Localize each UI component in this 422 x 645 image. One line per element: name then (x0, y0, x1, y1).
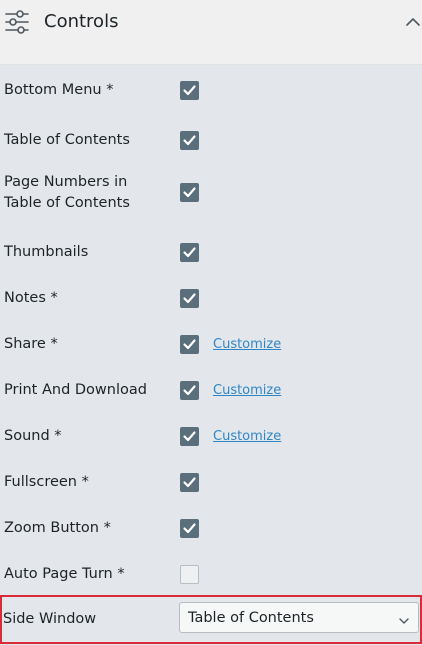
setting-label: Table of Contents (4, 132, 130, 148)
zoom-button-checkbox[interactable] (180, 519, 199, 538)
print-download-customize-link[interactable]: Customize (213, 382, 281, 400)
setting-label: Fullscreen * (4, 474, 89, 490)
setting-label: Zoom Button * (4, 520, 111, 536)
share-checkbox[interactable] (180, 335, 199, 354)
bottom-menu-checkbox[interactable] (180, 81, 199, 100)
setting-label: Auto Page Turn * (4, 566, 125, 582)
table-of-contents-checkbox[interactable] (180, 131, 199, 150)
setting-label: Thumbnails (4, 244, 89, 260)
chevron-down-icon (398, 612, 410, 624)
page-numbers-checkbox[interactable] (180, 183, 199, 202)
auto-page-turn-checkbox[interactable] (180, 565, 199, 584)
share-customize-link[interactable]: Customize (213, 336, 281, 354)
setting-label: Bottom Menu * (4, 82, 114, 98)
setting-label: Sound * (4, 428, 62, 444)
setting-label: Notes * (4, 290, 58, 306)
setting-label-line2: Table of Contents (4, 195, 130, 211)
side-window-row: Side Window Table of Contents (0, 595, 422, 644)
fullscreen-checkbox[interactable] (180, 473, 199, 492)
sound-checkbox[interactable] (180, 427, 199, 446)
sound-customize-link[interactable]: Customize (213, 428, 281, 446)
controls-section-header[interactable]: Controls (0, 0, 422, 65)
print-download-checkbox[interactable] (180, 381, 199, 400)
chevron-up-icon[interactable] (404, 13, 422, 31)
notes-checkbox[interactable] (180, 289, 199, 308)
thumbnails-checkbox[interactable] (180, 243, 199, 262)
controls-panel: Controls Bottom Menu * Table of Contents… (0, 0, 422, 645)
setting-label: Print And Download (4, 382, 147, 398)
controls-sliders-icon (4, 9, 30, 35)
setting-label-line1: Page Numbers in (4, 174, 128, 190)
setting-label: Share * (4, 336, 58, 352)
side-window-select[interactable]: Table of Contents (179, 602, 419, 633)
side-window-selected-value: Table of Contents (188, 610, 314, 626)
section-title: Controls (44, 11, 119, 32)
side-window-label: Side Window (3, 611, 97, 627)
